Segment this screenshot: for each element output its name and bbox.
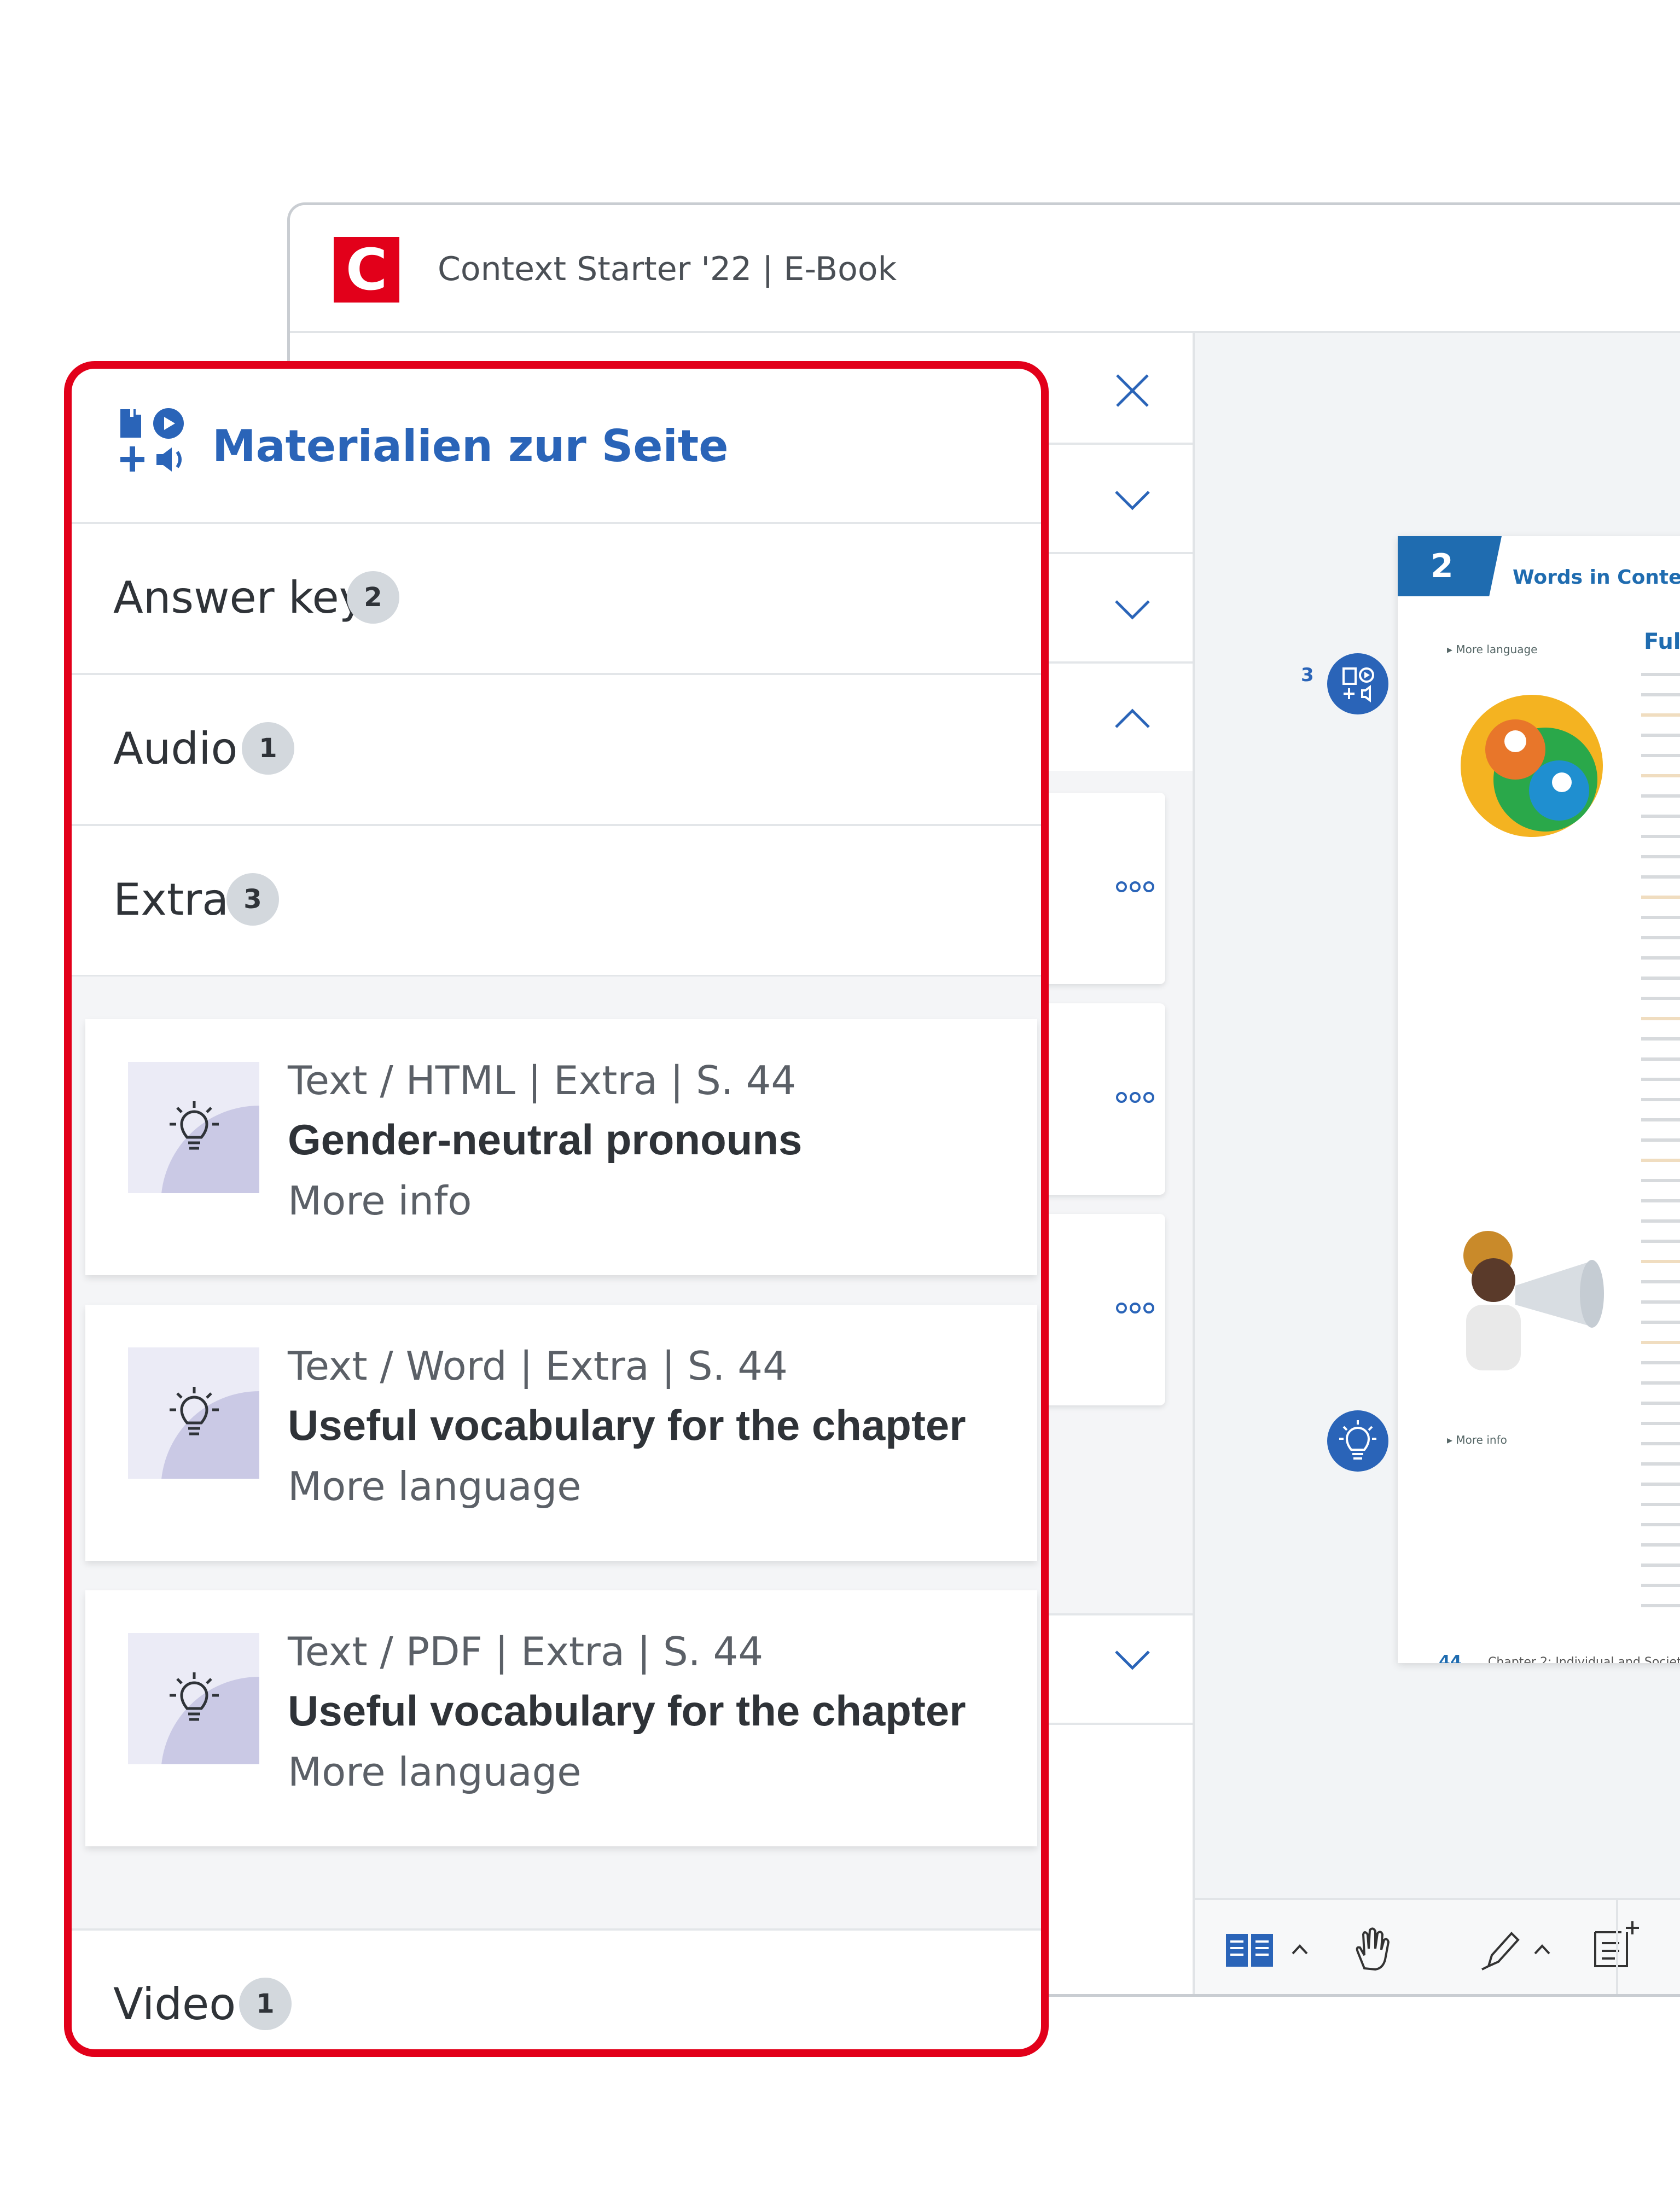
page-number: 44 xyxy=(1439,1652,1462,1663)
toolbar-divider xyxy=(1616,1898,1618,1994)
chevron-up-icon[interactable] xyxy=(1533,1943,1551,1957)
item-meta: Text / HTML | Extra | S. 44 xyxy=(288,1057,797,1103)
extra-info-marker[interactable] xyxy=(1327,1410,1388,1472)
section-extra[interactable]: Extra 3 xyxy=(72,826,1041,977)
item-subtitle: More info xyxy=(288,1178,472,1224)
book-page: 2 Words in Context ▸ More language Fulfi… xyxy=(1398,536,1680,1663)
list-item[interactable]: Text / Word | Extra | S. 44 Useful vocab… xyxy=(85,1305,1037,1561)
lightbulb-icon xyxy=(170,1101,219,1150)
app-logo: C xyxy=(334,237,399,303)
page-marker-count: 3 xyxy=(1301,664,1314,686)
item-meta: Text / Word | Extra | S. 44 xyxy=(288,1343,788,1389)
extra-items-list: Text / HTML | Extra | S. 44 Gender-neutr… xyxy=(72,977,1041,1931)
materials-icon xyxy=(120,408,184,472)
chevron-up-icon[interactable] xyxy=(1290,1943,1309,1957)
section-heading: Fulfi xyxy=(1644,629,1680,654)
list-item[interactable]: Text / PDF | Extra | S. 44 Useful vocabu… xyxy=(85,1590,1037,1846)
more-info-link[interactable]: ▸ More info xyxy=(1447,1433,1507,1446)
section-video[interactable]: Video 1 xyxy=(72,1931,1041,2049)
item-subtitle: More language xyxy=(288,1749,582,1795)
section-label: Answer key xyxy=(113,572,365,623)
materials-marker[interactable] xyxy=(1327,653,1388,714)
section-label: Extra xyxy=(113,874,229,925)
materials-icon xyxy=(1342,667,1374,702)
count-badge: 1 xyxy=(242,722,294,775)
more-language-link[interactable]: ▸ More language xyxy=(1447,643,1537,656)
more-options-icon[interactable] xyxy=(1116,1091,1154,1104)
chapter-number: 2 xyxy=(1398,536,1502,596)
list-item[interactable]: Text / HTML | Extra | S. 44 Gender-neutr… xyxy=(85,1019,1037,1275)
app-title: Context Starter '22 | E-Book xyxy=(438,250,897,288)
section-label: Audio xyxy=(113,723,238,774)
lightbulb-icon xyxy=(170,1672,219,1721)
panel-title: Materialien zur Seite xyxy=(212,421,729,472)
count-badge: 3 xyxy=(226,873,279,926)
hand-tool-icon[interactable] xyxy=(1348,1925,1397,1974)
pen-tool-icon[interactable] xyxy=(1476,1925,1526,1974)
lightbulb-icon xyxy=(1339,1420,1376,1460)
count-badge: 1 xyxy=(239,1978,292,2030)
item-thumbnail xyxy=(128,1347,259,1479)
diversity-logo-image xyxy=(1461,695,1603,837)
chapter-heading: Words in Context xyxy=(1513,566,1680,589)
item-subtitle: More language xyxy=(288,1463,582,1509)
section-audio[interactable]: Audio 1 xyxy=(72,675,1041,826)
chevron-down-icon[interactable] xyxy=(1111,478,1154,522)
chevron-down-icon[interactable] xyxy=(1111,588,1154,631)
more-options-icon[interactable] xyxy=(1116,880,1154,893)
item-thumbnail xyxy=(128,1633,259,1764)
item-title: Useful vocabulary for the chapter xyxy=(288,1401,966,1449)
item-meta: Text / PDF | Extra | S. 44 xyxy=(288,1629,764,1675)
megaphone-photo xyxy=(1463,1231,1604,1370)
section-label: Video xyxy=(113,1979,236,2030)
lightbulb-icon xyxy=(170,1387,219,1435)
item-title: Gender-neutral pronouns xyxy=(288,1115,803,1164)
book-view-icon[interactable] xyxy=(1225,1933,1274,1968)
page-footer: Chapter 2: Individual and Society xyxy=(1488,1655,1680,1663)
reader-toolbar xyxy=(1195,1898,1680,1994)
more-options-icon[interactable] xyxy=(1116,1301,1154,1315)
item-thumbnail xyxy=(128,1062,259,1193)
count-badge: 2 xyxy=(347,571,399,624)
title-bar: C Context Starter '22 | E-Book xyxy=(290,205,1680,333)
section-answer-key[interactable]: Answer key 2 xyxy=(72,524,1041,675)
materials-panel: Materialien zur Seite Answer key 2 Audio… xyxy=(64,361,1049,2057)
item-title: Useful vocabulary for the chapter xyxy=(288,1687,966,1735)
panel-header: Materialien zur Seite xyxy=(72,369,1041,524)
page-body-text xyxy=(1641,673,1680,1624)
